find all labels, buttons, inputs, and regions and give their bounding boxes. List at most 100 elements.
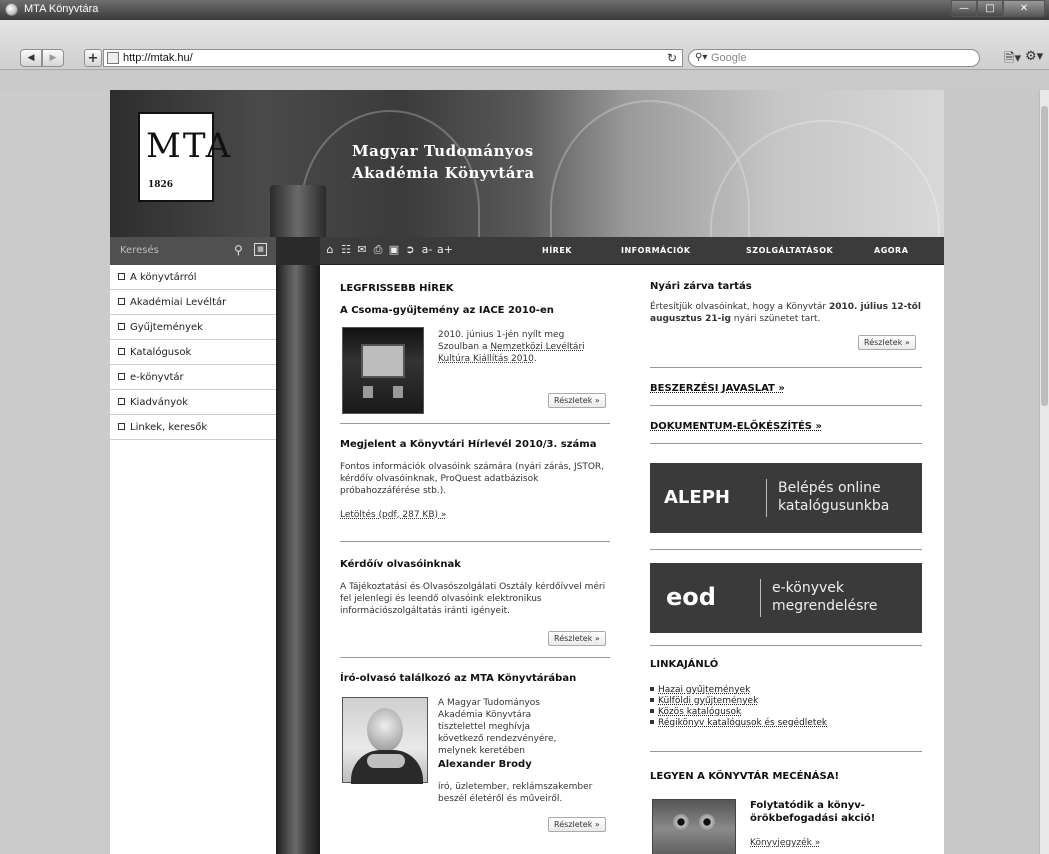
exhibition-link[interactable]: Nemzetközi Levéltári — [490, 342, 584, 352]
menu-item-informaciok[interactable]: INFORMÁCIÓK — [621, 246, 691, 255]
reload-icon[interactable]: ↻ — [667, 51, 677, 65]
eod-line1: e-könyvek — [772, 580, 845, 596]
back-button[interactable]: ◀ — [20, 49, 42, 67]
details-button[interactable]: Részletek » — [548, 393, 606, 408]
banner-separator — [760, 579, 761, 617]
eod-banner[interactable]: eod e-könyvek megrendelésre — [650, 563, 922, 633]
site-page: MTA 1826 Magyar Tudományos Akadémia Köny… — [110, 90, 944, 854]
maximize-button[interactable]: □ — [977, 0, 1003, 17]
add-bookmark-button[interactable]: + — [84, 49, 102, 67]
sitemap-icon[interactable]: ☷ — [338, 243, 354, 257]
list-item[interactable]: Külföldi gyűjtemények — [650, 696, 827, 707]
header-arch-decoration — [710, 120, 940, 237]
news-thumbnail-exhibit[interactable] — [342, 327, 424, 414]
sidebar-item-gyujtemenyek[interactable]: Gyűjtemények — [110, 315, 276, 340]
scrollbar-thumb[interactable] — [1041, 106, 1048, 406]
menu-item-agora[interactable]: AGORA — [874, 246, 908, 255]
browser-search-input[interactable]: ⚲▾ Google — [688, 49, 980, 67]
exhibition-link[interactable]: Kultúra Kiállítás 2010 — [438, 354, 534, 364]
menu-item-hirek[interactable]: HÍREK — [542, 246, 572, 255]
details-button[interactable]: Részletek » — [858, 335, 916, 350]
pillar-capital-decoration — [270, 185, 326, 237]
forward-button[interactable]: ▶ — [42, 49, 64, 67]
speaker-description: író, üzletember, reklámszakember beszél … — [438, 782, 593, 804]
mail-icon[interactable]: ✉ — [354, 243, 370, 257]
bullet-icon — [650, 687, 654, 691]
logo-year: 1826 — [148, 180, 174, 190]
minimize-button[interactable]: — — [951, 0, 977, 17]
font-larger-button[interactable]: a+ — [436, 243, 454, 257]
font-smaller-button[interactable]: a- — [418, 243, 436, 257]
browser-viewport: MTA 1826 Magyar Tudományos Akadémia Köny… — [0, 90, 1049, 854]
details-button[interactable]: Részletek » — [548, 817, 606, 832]
save-icon[interactable]: ▣ — [386, 243, 402, 257]
window-title: MTA Könyvtára — [24, 3, 99, 15]
gear-icon[interactable]: ⚙▾ — [1025, 49, 1043, 64]
advanced-search-icon[interactable]: ▦ — [254, 243, 267, 256]
site-search[interactable]: Keresés ⚲ ▦ — [110, 237, 276, 265]
news-text-line: 2010. június 1-jén nyílt meg — [438, 330, 565, 340]
sidebar-item-leveltar[interactable]: Akadémiai Levéltár — [110, 290, 276, 315]
search-placeholder: Google — [711, 52, 747, 64]
eod-line2: megrendelésre — [772, 598, 878, 614]
search-icon: ⚲▾ — [695, 52, 708, 63]
sidebar-item-label: e-könyvtár — [130, 372, 184, 383]
address-bar[interactable]: http://mtak.hu/ ↻ — [103, 49, 683, 67]
site-search-input[interactable]: Keresés — [120, 245, 159, 256]
purchase-suggestion-link[interactable]: BESZERZÉSI JAVASLAT » — [650, 383, 785, 394]
news-thumbnail-portrait[interactable] — [342, 697, 428, 784]
divider — [650, 751, 922, 752]
close-button[interactable]: ✕ — [1003, 0, 1045, 17]
print-icon[interactable]: ⎙ — [370, 243, 386, 257]
window-titlebar: MTA Könyvtára — □ ✕ — [0, 0, 1049, 20]
owl-image[interactable] — [652, 799, 736, 854]
news-text-line: Szoulban a — [438, 342, 491, 352]
adoption-title-line2: örökbefogadási akció! — [750, 813, 876, 824]
menu-item-szolgaltatasok[interactable]: SZOLGÁLTATÁSOK — [746, 246, 833, 255]
news-text-kerdoiv: A Tájékoztatási és Olvasószolgálati Oszt… — [340, 582, 606, 616]
aleph-banner[interactable]: ALEPH Belépés online katalógusunkba — [650, 463, 922, 533]
recommended-link[interactable]: Közös katalógusok — [658, 707, 741, 717]
sidebar-item-label: Akadémiai Levéltár — [130, 297, 227, 308]
logout-icon[interactable]: ➲ — [402, 243, 418, 257]
recommended-link[interactable]: Hazai gyűjtemények — [658, 685, 750, 695]
divider — [340, 657, 610, 658]
summer-text: Értesítjük olvasóinkat, hogy a Könyvtár — [650, 302, 829, 312]
download-link[interactable]: Letöltés (pdf, 287 KB) » — [340, 509, 446, 521]
recommended-link[interactable]: Külföldi gyűjtemények — [658, 696, 758, 706]
recommended-link[interactable]: Régikönyv katalógusok és segédletek — [658, 718, 827, 728]
summer-closure-title: Nyári zárva tartás — [650, 281, 752, 292]
bullet-box-icon — [118, 398, 125, 405]
sidebar-item-label: Linkek, keresők — [130, 422, 208, 433]
news-title-kerdoiv[interactable]: Kérdőív olvasóinknak — [340, 559, 461, 570]
search-icon[interactable]: ⚲ — [234, 243, 243, 257]
list-item[interactable]: Régikönyv katalógusok és segédletek — [650, 718, 827, 729]
list-item[interactable]: Hazai gyűjtemények — [650, 685, 827, 696]
document-preparation-link[interactable]: DOKUMENTUM-ELŐKÉSZÍTÉS » — [650, 421, 822, 432]
news-title-iro-olvaso[interactable]: Író-olvasó találkozó az MTA Könyvtárában — [340, 673, 576, 684]
sidebar-item-kiadvanyok[interactable]: Kiadványok — [110, 390, 276, 415]
sidebar-item-ekonyvtar[interactable]: e-könyvtár — [110, 365, 276, 390]
home-icon[interactable]: ⌂ — [322, 243, 338, 257]
bullet-box-icon — [118, 298, 125, 305]
logo-letters: MTA — [146, 126, 233, 166]
sidebar-item-katalogusok[interactable]: Katalógusok — [110, 340, 276, 365]
patron-heading: LEGYEN A KÖNYVTÁR MECÉNÁSA! — [650, 771, 840, 782]
adoption-campaign-title[interactable]: Folytatódik a könyv- örökbefogadási akci… — [750, 799, 875, 825]
list-item[interactable]: Közös katalógusok — [650, 707, 827, 718]
divider — [650, 549, 922, 550]
details-button[interactable]: Részletek » — [548, 631, 606, 646]
news-title-csoma[interactable]: A Csoma-gyűjtemény az IACE 2010-en — [340, 305, 554, 316]
sidebar-item-konyvtarrol[interactable]: A könyvtárról — [110, 265, 276, 290]
eod-text: e-könyvek megrendelésre — [772, 579, 877, 615]
vertical-scrollbar[interactable] — [1039, 90, 1049, 854]
divider — [650, 367, 922, 368]
summer-text: nyári szünetet tart. — [730, 314, 821, 324]
mta-logo[interactable]: MTA 1826 — [138, 112, 230, 202]
sidebar-item-linkek[interactable]: Linkek, keresők — [110, 415, 276, 440]
book-list-link[interactable]: Könyvjegyzék » — [750, 837, 820, 849]
page-menu-icon[interactable]: 🗎▾ — [1004, 49, 1021, 71]
link-recommendations-heading: LINKAJÁNLÓ — [650, 659, 719, 670]
history-buttons: ◀ ▶ — [20, 49, 64, 67]
news-title-hirlevel[interactable]: Megjelent a Könyvtári Hírlevél 2010/3. s… — [340, 439, 596, 450]
